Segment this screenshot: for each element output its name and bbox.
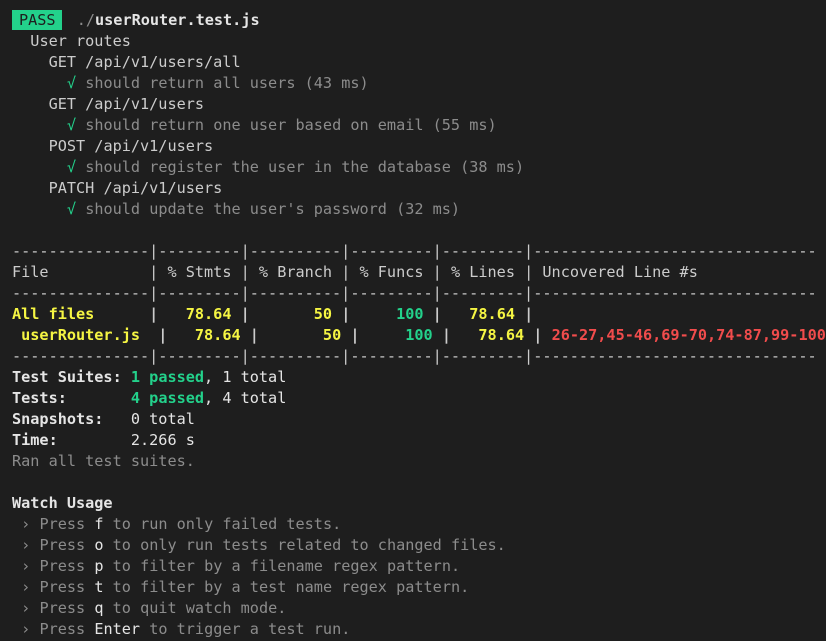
watch-item: › Press f to run only failed tests. <box>21 515 342 533</box>
summary-label: Tests: <box>12 389 67 407</box>
summary-suites: Test Suites: 1 passed, 1 total <box>0 367 826 388</box>
test-description: should register the user in the database… <box>85 158 525 176</box>
ran-all-message: Ran all test suites. <box>12 452 195 470</box>
row-branch: 50 <box>322 326 342 344</box>
coverage-row-all-files: All files | 78.64 | 50 | 100 | 78.64 | <box>12 305 543 323</box>
chevron-right-icon: › <box>21 620 31 638</box>
summary-passed: 4 passed <box>130 389 205 407</box>
summary-label: Snapshots: <box>12 410 104 428</box>
watch-key: t <box>94 578 104 596</box>
watch-item: › Press t to filter by a test name regex… <box>21 578 470 596</box>
suite-name: User routes <box>30 32 131 50</box>
row-lines: 78.64 <box>478 326 525 344</box>
coverage-separator: ---------------|---------|----------|---… <box>12 242 817 260</box>
check-icon: √ <box>66 200 77 218</box>
row-stmts: 78.64 <box>194 326 241 344</box>
test-file-dir: ./ <box>67 11 96 29</box>
test-file-name: userRouter.test.js <box>95 11 260 29</box>
row-lines: 78.64 <box>469 305 515 323</box>
test-description: should return all users (43 ms) <box>85 74 369 92</box>
route-label: GET /api/v1/users/all <box>48 53 241 71</box>
test-description: should return one user based on email (5… <box>85 116 497 134</box>
summary-label: Test Suites: <box>12 368 122 386</box>
chevron-right-icon: › <box>21 515 31 533</box>
summary-passed: 1 passed <box>130 368 205 386</box>
test-result-line: √ should update the user's password (32 … <box>0 199 826 220</box>
row-funcs: 100 <box>396 305 424 323</box>
col-file-header: File <box>12 263 49 281</box>
test-file-header: PASS ./userRouter.test.js <box>0 10 826 31</box>
watch-key: f <box>94 515 104 533</box>
row-uncovered: 26-27,45-46,69-70,74-87,99-100 <box>551 326 826 344</box>
route-line: GET /api/v1/users <box>0 94 826 115</box>
row-branch: 50 <box>313 305 333 323</box>
summary-label: Time: <box>12 431 58 449</box>
summary-time: Time: 2.266 s <box>0 430 826 451</box>
col-lines-header: % Lines <box>450 263 515 281</box>
route-line: GET /api/v1/users/all <box>0 52 826 73</box>
watch-key: Enter <box>94 620 141 638</box>
suite-name-line: User routes <box>0 31 826 52</box>
coverage-separator: ---------------|---------|----------|---… <box>12 347 817 365</box>
watch-item: › Press p to filter by a filename regex … <box>21 557 461 575</box>
route-label: PATCH /api/v1/users <box>48 179 223 197</box>
terminal-output: PASS ./userRouter.test.js User routes GE… <box>0 0 826 641</box>
route-line: POST /api/v1/users <box>0 136 826 157</box>
check-icon: √ <box>66 74 77 92</box>
pass-badge: PASS <box>12 10 62 30</box>
coverage-separator: ---------------|---------|----------|---… <box>12 284 817 302</box>
col-branch-header: % Branch <box>258 263 333 281</box>
watch-usage-title: Watch Usage <box>12 494 113 512</box>
row-funcs: 100 <box>405 326 433 344</box>
route-line: PATCH /api/v1/users <box>0 178 826 199</box>
route-label: GET /api/v1/users <box>48 95 205 113</box>
test-description: should update the user's password (32 ms… <box>85 200 461 218</box>
summary-value: 0 total <box>130 410 195 428</box>
watch-item: › Press q to quit watch mode. <box>21 599 287 617</box>
summary-total: , 4 total <box>204 389 287 407</box>
watch-key: o <box>94 536 104 554</box>
watch-item: › Press Enter to trigger a test run. <box>21 620 351 638</box>
check-icon: √ <box>66 116 77 134</box>
test-result-line: √ should return all users (43 ms) <box>0 73 826 94</box>
chevron-right-icon: › <box>21 557 31 575</box>
route-label: POST /api/v1/users <box>48 137 214 155</box>
check-icon: √ <box>66 158 77 176</box>
summary-total: , 1 total <box>204 368 287 386</box>
watch-item: › Press o to only run tests related to c… <box>21 536 506 554</box>
summary-tests: Tests: 4 passed, 4 total <box>0 388 826 409</box>
watch-key: q <box>94 599 104 617</box>
summary-value: 2.266 s <box>130 431 195 449</box>
summary-snapshots: Snapshots: 0 total <box>0 409 826 430</box>
col-stmts-header: % Stmts <box>167 263 232 281</box>
row-stmts: 78.64 <box>185 305 232 323</box>
col-funcs-header: % Funcs <box>359 263 424 281</box>
row-file: userRouter.js <box>12 326 141 344</box>
coverage-header-row: File | % Stmts | % Branch | % Funcs | % … <box>12 263 698 281</box>
chevron-right-icon: › <box>21 599 31 617</box>
row-file: All files <box>12 305 95 323</box>
chevron-right-icon: › <box>21 536 31 554</box>
watch-key: p <box>94 557 104 575</box>
col-uncovered-header: Uncovered Line #s <box>542 263 698 281</box>
test-result-line: √ should register the user in the databa… <box>0 157 826 178</box>
test-result-line: √ should return one user based on email … <box>0 115 826 136</box>
coverage-row-user-router: userRouter.js | 78.64 | 50 | 100 | 78.64… <box>12 326 826 344</box>
chevron-right-icon: › <box>21 578 31 596</box>
